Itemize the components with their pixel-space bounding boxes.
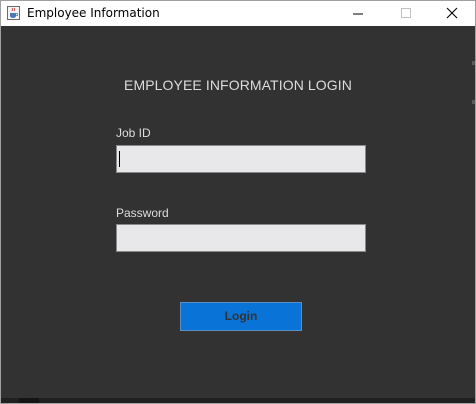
minimize-button[interactable]: [335, 1, 381, 26]
edge-marker: [472, 61, 475, 65]
title-bar[interactable]: Employee Information: [1, 1, 475, 26]
edge-marker: [472, 100, 475, 104]
app-window: Employee Information EMPLOYEE INFORMATIO…: [0, 0, 476, 404]
password-label: Password: [116, 206, 169, 220]
close-icon: [446, 7, 458, 19]
maximize-icon: [401, 8, 411, 18]
job-id-label: Job ID: [116, 126, 151, 140]
java-cup-icon: [7, 6, 20, 20]
job-id-field[interactable]: [116, 145, 366, 173]
login-button[interactable]: Login: [180, 302, 302, 331]
bottom-strip-segment: [19, 398, 39, 403]
window-title: Employee Information: [27, 6, 160, 20]
form-heading: EMPLOYEE INFORMATION LOGIN: [124, 77, 352, 93]
minimize-icon: [353, 13, 363, 15]
close-button[interactable]: [429, 1, 475, 26]
maximize-button[interactable]: [383, 1, 429, 26]
password-field[interactable]: [116, 224, 366, 252]
text-caret: [119, 151, 120, 167]
login-panel: EMPLOYEE INFORMATION LOGIN Job ID Passwo…: [1, 26, 475, 398]
bottom-strip: [1, 398, 475, 403]
